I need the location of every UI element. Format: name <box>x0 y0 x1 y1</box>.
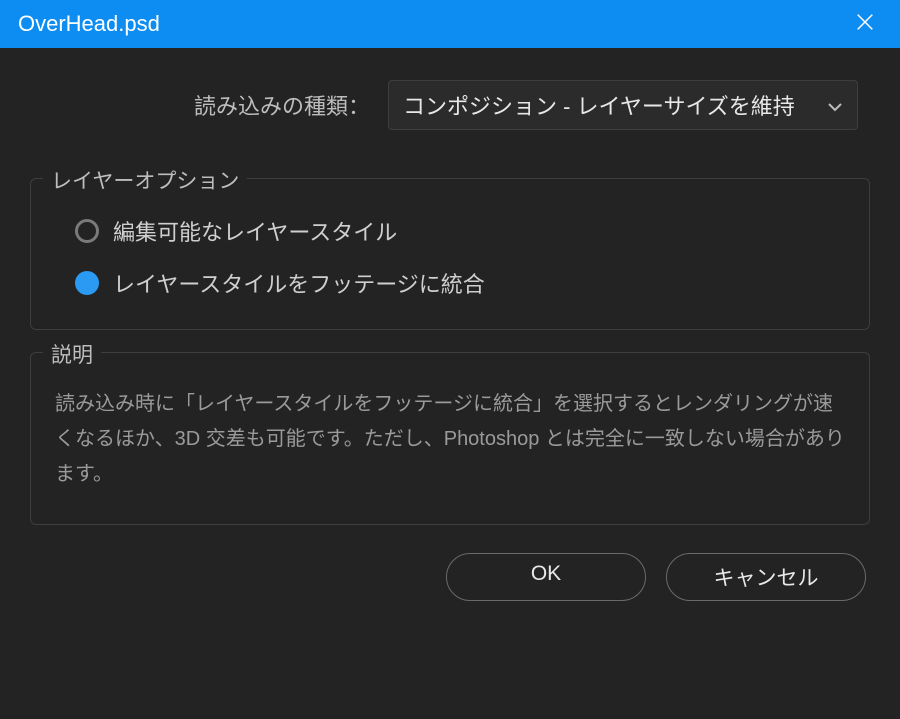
import-kind-label: 読み込みの種類： <box>194 89 370 121</box>
layer-options-fieldset: レイヤーオプション 編集可能なレイヤースタイル レイヤースタイルをフッテージに統… <box>30 178 870 330</box>
cancel-button[interactable]: キャンセル <box>666 553 866 601</box>
close-button[interactable] <box>842 0 888 48</box>
layer-options-legend: レイヤーオプション <box>43 165 247 195</box>
button-row: OK キャンセル <box>30 553 870 601</box>
radio-selected-icon <box>75 271 99 295</box>
chevron-down-icon <box>827 92 843 118</box>
window-title: OverHead.psd <box>18 11 160 37</box>
layer-options-radio-group: 編集可能なレイヤースタイル レイヤースタイルをフッテージに統合 <box>55 207 845 299</box>
description-legend: 説明 <box>43 339 101 369</box>
ok-button[interactable]: OK <box>446 553 646 601</box>
radio-unselected-icon <box>75 219 99 243</box>
import-kind-row: 読み込みの種類： コンポジション - レイヤーサイズを維持 <box>30 80 870 130</box>
description-text: 読み込み時に「レイヤースタイルをフッテージに統合」を選択するとレンダリングが速く… <box>55 377 845 492</box>
title-bar: OverHead.psd <box>0 0 900 48</box>
radio-editable-label: 編集可能なレイヤースタイル <box>113 215 397 247</box>
description-fieldset: 説明 読み込み時に「レイヤースタイルをフッテージに統合」を選択するとレンダリング… <box>30 352 870 525</box>
radio-editable-layer-styles[interactable]: 編集可能なレイヤースタイル <box>75 215 845 247</box>
radio-merge-label: レイヤースタイルをフッテージに統合 <box>113 267 485 299</box>
radio-merge-layer-styles[interactable]: レイヤースタイルをフッテージに統合 <box>75 267 845 299</box>
import-kind-selected: コンポジション - レイヤーサイズを維持 <box>403 94 795 119</box>
close-icon <box>854 11 876 38</box>
import-kind-dropdown[interactable]: コンポジション - レイヤーサイズを維持 <box>388 80 858 130</box>
dialog-body: 読み込みの種類： コンポジション - レイヤーサイズを維持 レイヤーオプション … <box>0 48 900 719</box>
